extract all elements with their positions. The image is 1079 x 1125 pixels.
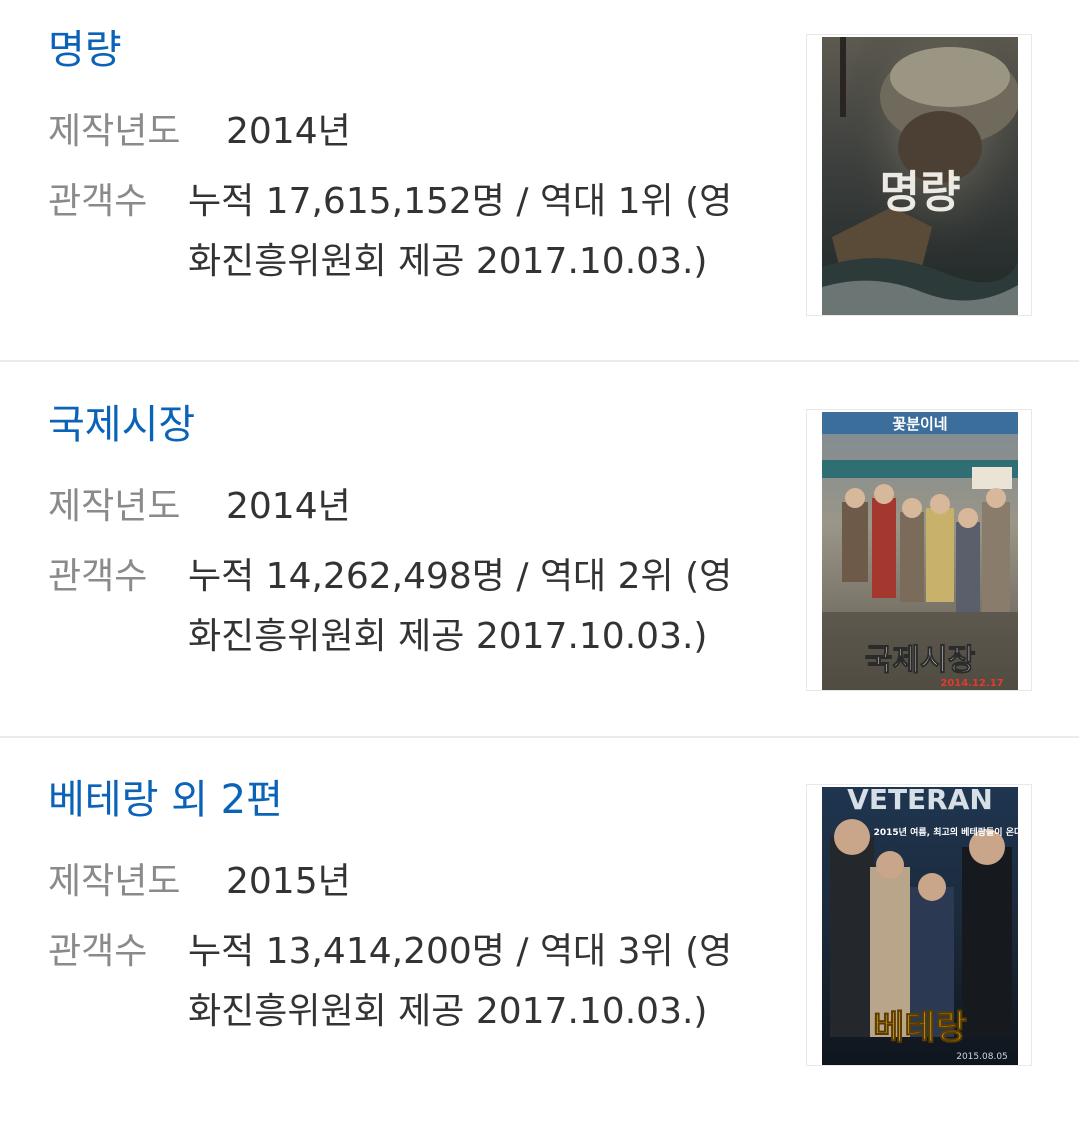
movie-item[interactable]: 베테랑 외 2편 제작년도 2015년 관객수 누적 13,414,200명 /… — [0, 750, 1079, 1125]
movie-title-link[interactable]: 명량 — [48, 22, 122, 78]
movie-title-link[interactable]: 베테랑 외 2편 — [48, 772, 283, 828]
production-year-value: 2014년 — [226, 111, 351, 152]
svg-text:꽃분이네: 꽃분이네 — [892, 415, 947, 433]
audience-value: 누적 14,262,498명 / 역대 2위 (영 화진흥위원회 제공 2017… — [188, 547, 768, 667]
production-year-label: 제작년도 — [48, 861, 181, 902]
svg-text:VETERAN: VETERAN — [847, 787, 993, 816]
item-divider — [0, 736, 1079, 738]
poster-veteran-icon: VETERAN 2015년 여름, 최고의 베테랑들이 온다! 베테랑 2015… — [822, 787, 1018, 1065]
movie-item[interactable]: 국제시장 제작년도 2014년 관객수 누적 14,262,498명 / 역대 … — [0, 375, 1079, 750]
poster-thumbnail[interactable]: VETERAN 2015년 여름, 최고의 베테랑들이 온다! 베테랑 2015… — [806, 784, 1032, 1066]
poster-thumbnail[interactable]: 명량 — [806, 34, 1032, 316]
poster-gukjesijang-icon: 꽃분이네 국제시장 2014.12.17 — [822, 412, 1018, 690]
audience-value: 누적 13,414,200명 / 역대 3위 (영 화진흥위원회 제공 2017… — [188, 922, 768, 1042]
audience-label: 관객수 — [48, 181, 148, 222]
svg-text:베테랑: 베테랑 — [873, 1008, 967, 1048]
production-year-label: 제작년도 — [48, 111, 181, 152]
poster-thumbnail[interactable]: 꽃분이네 국제시장 2014.12.17 — [806, 409, 1032, 691]
production-year-label: 제작년도 — [48, 486, 181, 527]
poster-image: VETERAN 2015년 여름, 최고의 베테랑들이 온다! 베테랑 2015… — [822, 787, 1018, 1065]
production-year-value: 2015년 — [226, 861, 351, 902]
movie-item[interactable]: 명량 제작년도 2014년 관객수 누적 17,615,152명 / 역대 1위… — [0, 0, 1079, 375]
audience-value-line: 화진흥위원회 제공 2017.10.03.) — [188, 241, 708, 282]
audience-value-line: 화진흥위원회 제공 2017.10.03.) — [188, 991, 708, 1032]
audience-value-line: 누적 14,262,498명 / 역대 2위 (영 — [188, 556, 733, 597]
audience-label: 관객수 — [48, 556, 148, 597]
movie-list: 명량 제작년도 2014년 관객수 누적 17,615,152명 / 역대 1위… — [0, 0, 1079, 1103]
audience-label: 관객수 — [48, 931, 148, 972]
poster-image: 명량 — [822, 37, 1018, 315]
production-year-value: 2014년 — [226, 486, 351, 527]
svg-text:국제시장: 국제시장 — [865, 643, 976, 678]
svg-text:2015년 여름, 최고의 베테랑들이 온다!: 2015년 여름, 최고의 베테랑들이 온다! — [874, 826, 1018, 838]
audience-value-line: 화진흥위원회 제공 2017.10.03.) — [188, 616, 708, 657]
poster-myeongryang-icon: 명량 — [822, 37, 1018, 315]
svg-text:2015.08.05: 2015.08.05 — [956, 1052, 1008, 1062]
poster-image: 꽃분이네 국제시장 2014.12.17 — [822, 412, 1018, 690]
audience-value-line: 누적 17,615,152명 / 역대 1위 (영 — [188, 181, 733, 222]
svg-text:명량: 명량 — [880, 167, 961, 218]
movie-title-link[interactable]: 국제시장 — [48, 397, 195, 453]
item-divider — [0, 360, 1079, 362]
audience-value: 누적 17,615,152명 / 역대 1위 (영 화진흥위원회 제공 2017… — [188, 172, 768, 292]
audience-value-line: 누적 13,414,200명 / 역대 3위 (영 — [188, 931, 733, 972]
svg-text:2014.12.17: 2014.12.17 — [940, 678, 1003, 689]
